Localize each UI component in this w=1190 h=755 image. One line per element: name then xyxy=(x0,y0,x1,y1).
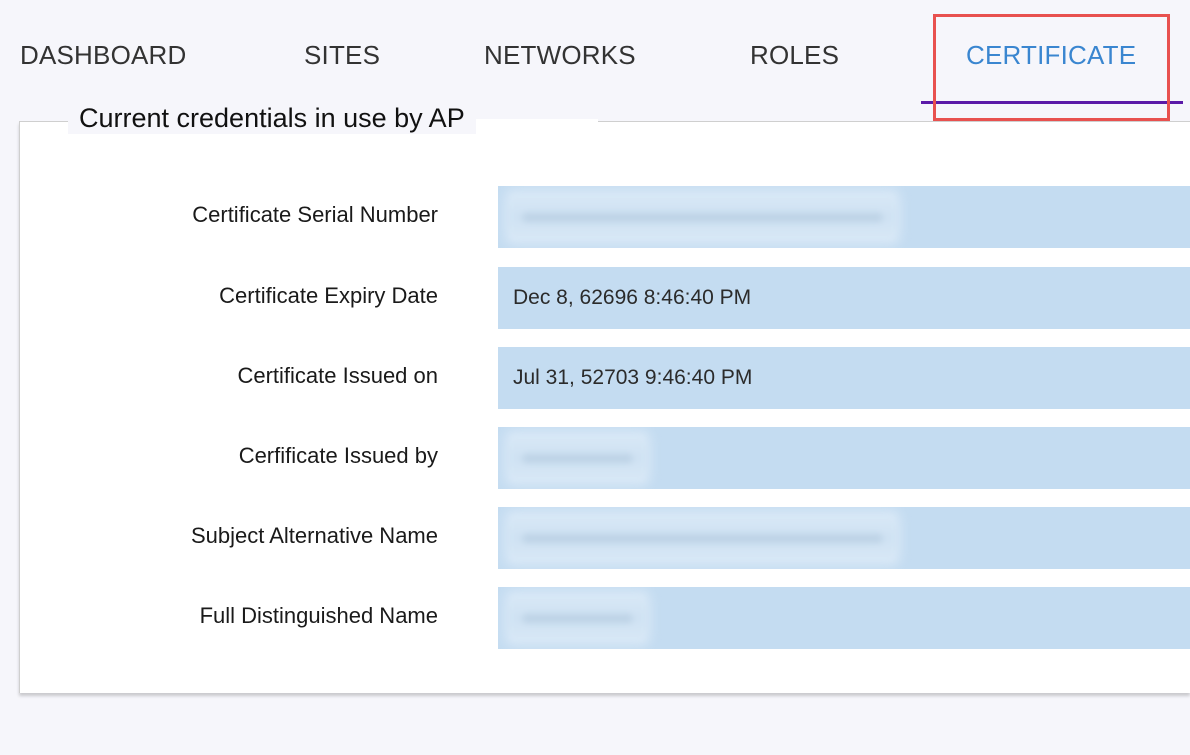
subject-alternative-name-field xyxy=(498,507,1190,569)
redacted-distinguished-name xyxy=(510,595,645,641)
issued-on-label: Certificate Issued on xyxy=(237,363,438,388)
active-tab-indicator xyxy=(921,101,1183,104)
issued-by-label: Cerfificate Issued by xyxy=(238,443,438,468)
panel-title: Current credentials in use by AP xyxy=(68,103,476,134)
serial-number-field xyxy=(498,186,1190,248)
issued-on-field: Jul 31, 52703 9:46:40 PM xyxy=(498,347,1190,409)
serial-number-label: Certificate Serial Number xyxy=(192,202,438,227)
full-distinguished-name-field xyxy=(498,587,1190,649)
issued-by-field xyxy=(498,427,1190,489)
expiry-date-field: Dec 8, 62696 8:46:40 PM xyxy=(498,267,1190,329)
redacted-issued-by xyxy=(510,435,645,481)
tab-sites[interactable]: SITES xyxy=(304,40,380,71)
subject-alternative-name-label: Subject Alternative Name xyxy=(190,523,438,548)
tab-certificate[interactable]: CERTIFICATE xyxy=(966,40,1136,71)
tab-networks[interactable]: NETWORKS xyxy=(484,40,636,71)
tab-bar: DASHBOARD SITES NETWORKS ROLES CERTIFICA… xyxy=(0,0,1190,105)
tab-roles[interactable]: ROLES xyxy=(750,40,839,71)
full-distinguished-name-label: Full Distinguished Name xyxy=(199,603,438,628)
redacted-subject-alternative-name xyxy=(510,515,895,561)
redacted-serial-number xyxy=(510,194,895,240)
tab-dashboard[interactable]: DASHBOARD xyxy=(20,40,187,71)
expiry-date-label: Certificate Expiry Date xyxy=(219,283,438,308)
